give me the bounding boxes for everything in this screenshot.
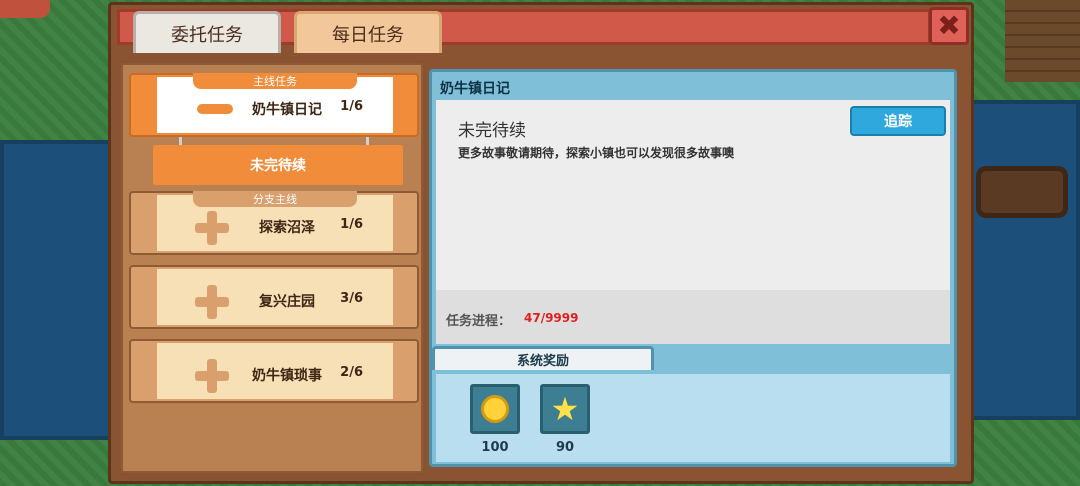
detail-description: 更多故事敬请期待，探索小镇也可以发现很多故事噢: [458, 146, 735, 160]
task-card-main[interactable]: 奶牛镇日记 1/6 主线任务: [129, 73, 419, 137]
tab-system-rewards[interactable]: 系统奖励: [432, 346, 654, 370]
progress-label: 任务进程：: [446, 314, 512, 329]
task-name: 奶牛镇日记: [252, 102, 322, 118]
task-count: 3/6: [340, 291, 363, 306]
task-count: 1/6: [340, 99, 363, 114]
task-list: 奶牛镇日记 1/6 主线任务 未完待续 探索沼泽 1/6 分支主线 复兴庄园 3…: [121, 63, 423, 473]
detail-body: 未完待续 更多故事敬请期待，探索小镇也可以发现很多故事噢 追踪: [436, 100, 950, 290]
close-button[interactable]: ✖: [929, 7, 969, 45]
star-icon: ★: [550, 390, 580, 428]
detail-title: 奶牛镇日记: [440, 81, 510, 97]
detail-status: 未完待续: [458, 121, 526, 141]
reward-slot-star[interactable]: ★: [540, 384, 590, 434]
task-count: 1/6: [340, 217, 363, 232]
tab-daily-tasks[interactable]: 每日任务: [294, 11, 442, 53]
progress-row: 任务进程： 47/9999: [436, 290, 950, 344]
card-inner: 奶牛镇琐事 2/6: [157, 343, 393, 399]
river-right: [960, 100, 1080, 420]
quest-window: 委托任务 每日任务 ✖ 奶牛镇日记 1/6 主线任务 未完待续 探索沼泽 1/6…: [108, 2, 974, 484]
task-card-branch-2[interactable]: 复兴庄园 3/6: [129, 265, 419, 329]
card-ribbon: 主线任务: [193, 73, 357, 89]
plus-icon: [195, 359, 229, 393]
gold-coin-icon: [481, 395, 509, 423]
reward-slot-coin[interactable]: [470, 384, 520, 434]
card-ribbon: 分支主线: [193, 191, 357, 207]
task-name: 探索沼泽: [259, 220, 315, 236]
wooden-dock: [1005, 0, 1080, 82]
task-card-branch-3[interactable]: 奶牛镇琐事 2/6: [129, 339, 419, 403]
close-icon: ✖: [937, 9, 961, 42]
reward-amount: 100: [481, 440, 509, 455]
task-detail-panel: 奶牛镇日记 未完待续 更多故事敬请期待，探索小镇也可以发现很多故事噢 追踪 任务…: [429, 69, 957, 467]
task-name: 复兴庄园: [259, 294, 315, 310]
tab-commission-tasks[interactable]: 委托任务: [133, 11, 281, 53]
tab-label: 委托任务: [171, 24, 243, 46]
task-card-branch-1[interactable]: 探索沼泽 1/6 分支主线: [129, 191, 419, 255]
plus-icon: [195, 211, 229, 245]
tab-label: 每日任务: [332, 24, 404, 46]
progress-value: 47/9999: [524, 311, 579, 325]
task-substatus[interactable]: 未完待续: [153, 145, 403, 185]
map-sign: [0, 0, 50, 18]
track-button[interactable]: 追踪: [850, 106, 946, 136]
plus-icon: [195, 285, 229, 319]
card-inner: 复兴庄园 3/6: [157, 269, 393, 325]
reward-area: 100 ★ 90: [436, 374, 950, 462]
reward-amount: 90: [555, 440, 575, 455]
task-count: 2/6: [340, 365, 363, 380]
river-left: [0, 140, 125, 440]
task-name: 奶牛镇琐事: [252, 368, 322, 384]
rowboat: [976, 166, 1068, 218]
